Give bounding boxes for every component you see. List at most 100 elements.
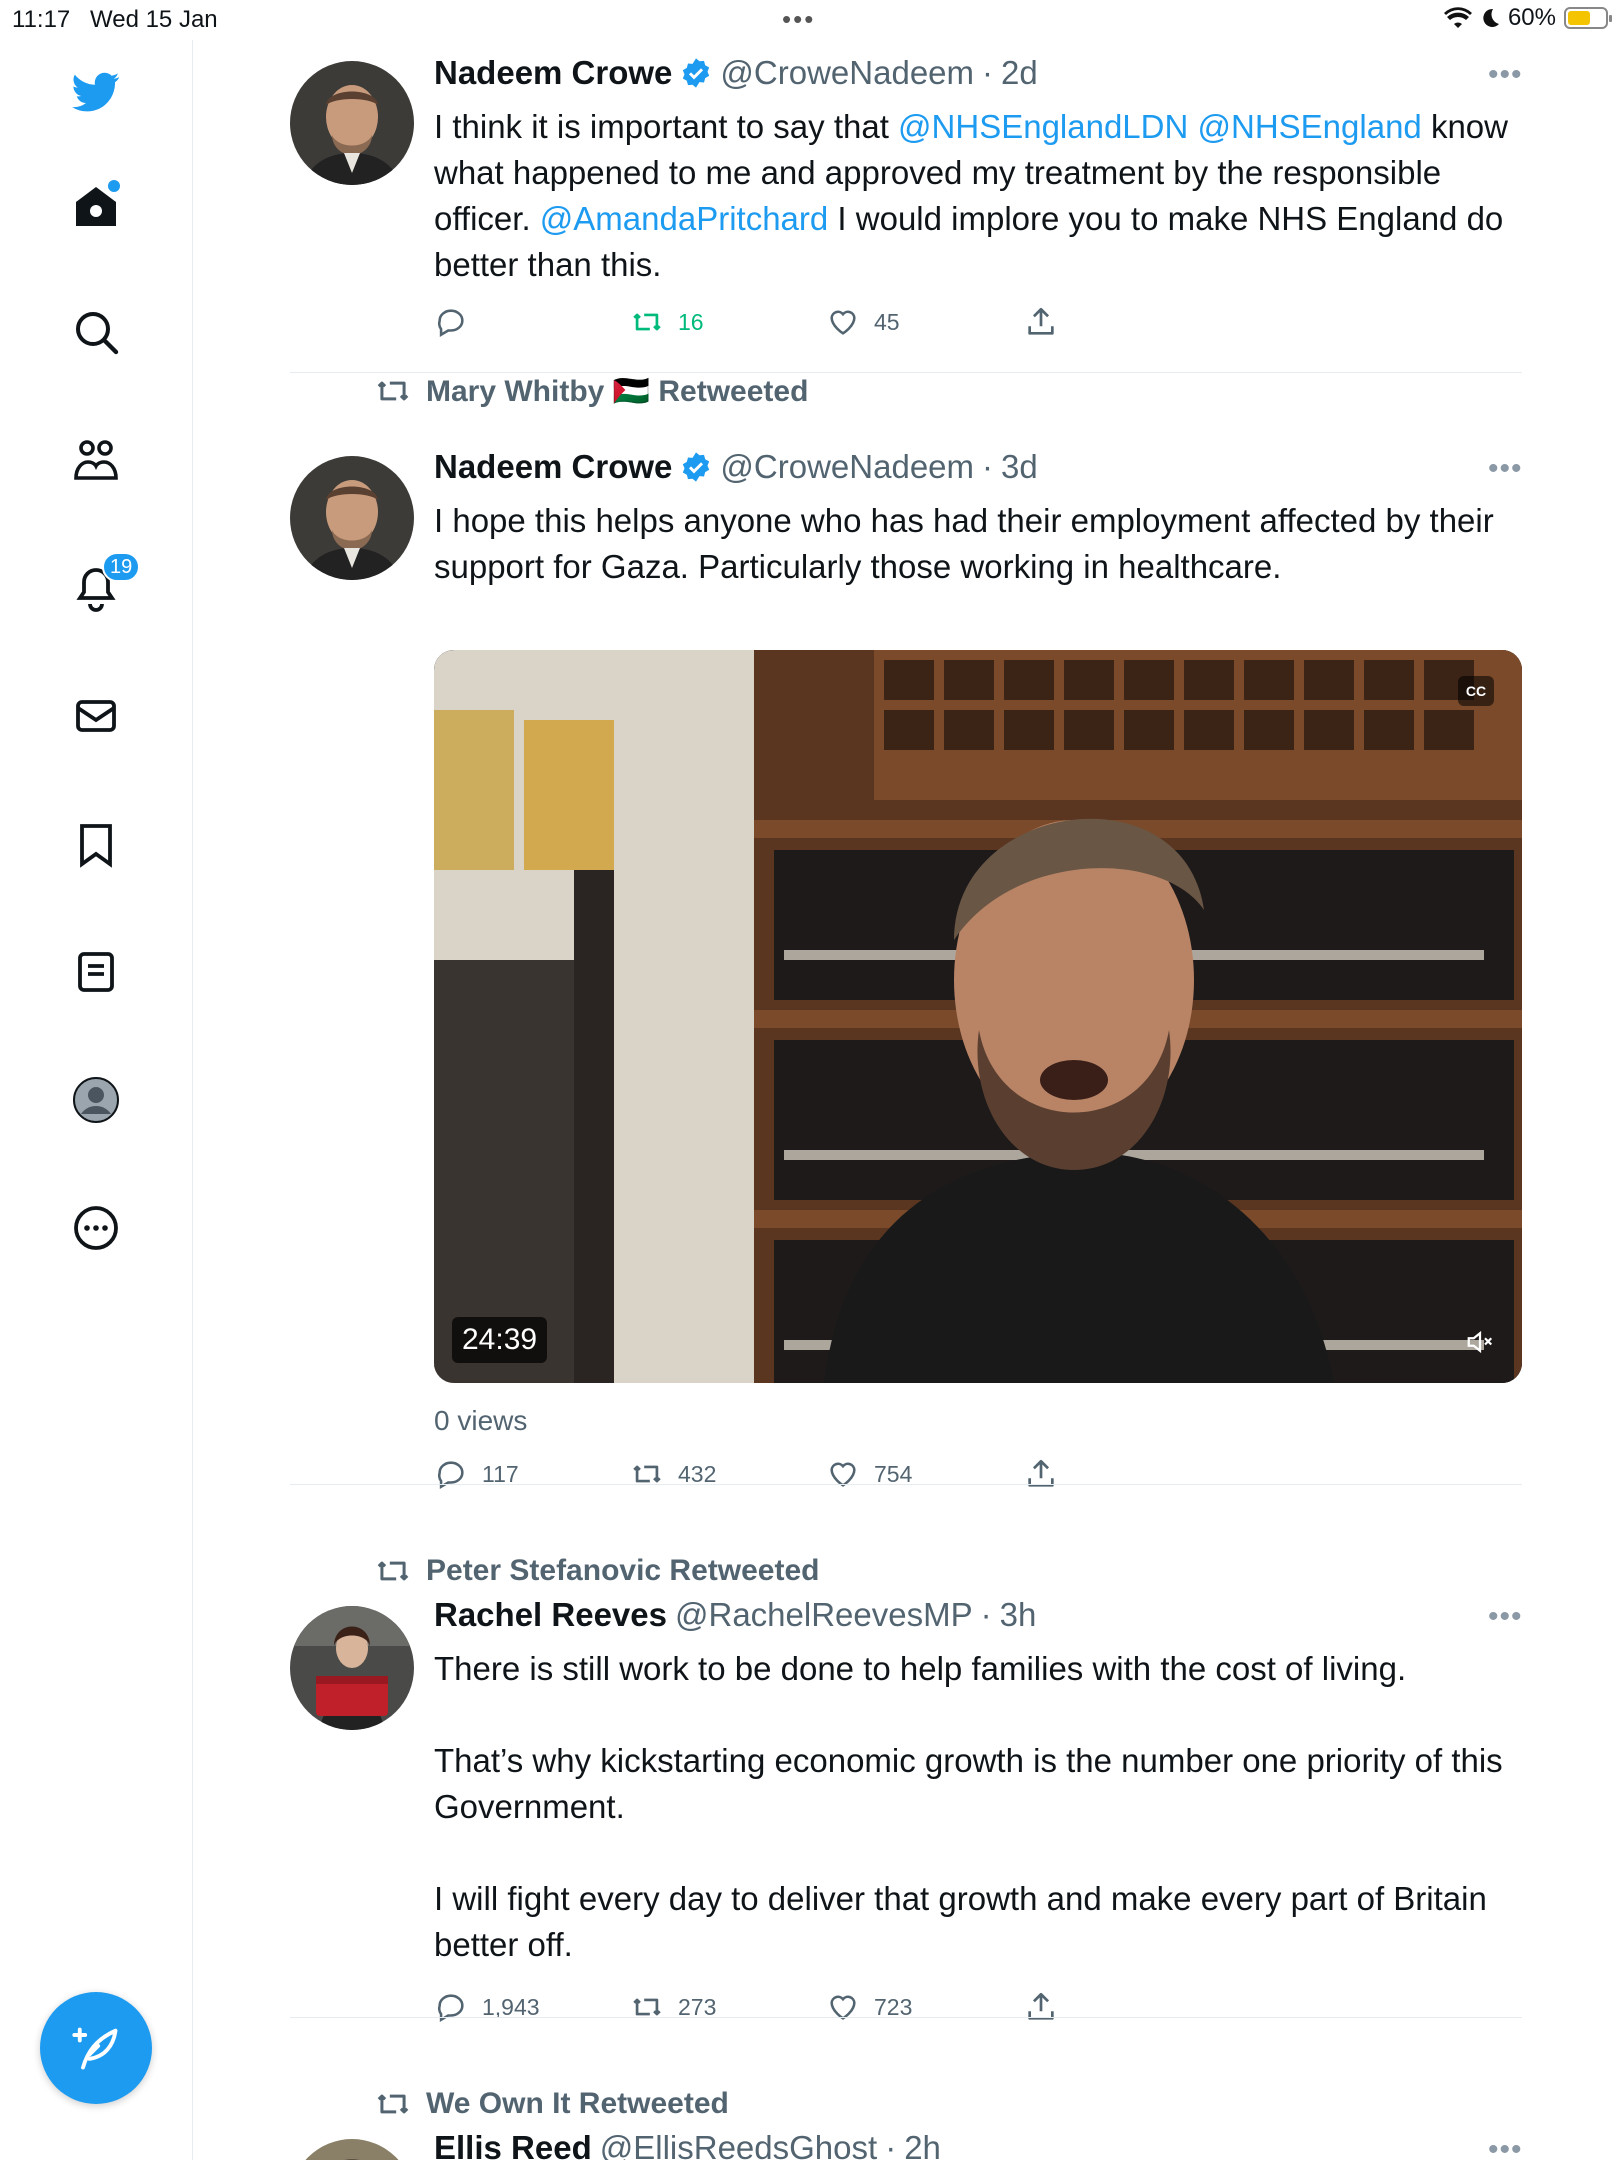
- battery-fill: [1568, 11, 1590, 25]
- like-button[interactable]: 723: [826, 1990, 912, 2024]
- tweet-time[interactable]: 3h: [1000, 1596, 1037, 1634]
- retweet-icon: [377, 1561, 409, 1581]
- share-button[interactable]: [1024, 1457, 1058, 1491]
- profile-icon: [73, 1077, 119, 1123]
- reply-icon: [438, 1994, 464, 2023]
- verified-badge-icon: [683, 452, 710, 482]
- like-button[interactable]: 754: [826, 1457, 912, 1491]
- communities-icon: [74, 440, 118, 480]
- retweet-icon: [633, 313, 661, 331]
- separator: ·: [980, 1596, 992, 1633]
- tweet-actions: 117 432 754: [434, 1457, 1094, 1497]
- tweet-time[interactable]: 3d: [1001, 448, 1038, 486]
- tweet-text: I hope this helps anyone who has had the…: [434, 502, 1494, 585]
- tweet-time[interactable]: 2d: [1001, 54, 1038, 92]
- retweeted-by-label[interactable]: Mary Whitby 🇵🇸 Retweeted: [426, 374, 808, 409]
- text-segment: I think it is important to say that: [434, 108, 899, 145]
- status-date: Wed 15 Jan: [90, 6, 218, 33]
- tweet-actions: 16 45: [434, 305, 1094, 345]
- reply-button[interactable]: 1,943: [434, 1990, 540, 2024]
- nav-search[interactable]: [66, 302, 126, 362]
- more-options-button[interactable]: •••: [1488, 58, 1523, 92]
- tweet-header: Nadeem Crowe @CroweNadeem · 3d: [434, 448, 1038, 486]
- avatar[interactable]: [290, 456, 414, 580]
- avatar[interactable]: [290, 2139, 414, 2160]
- verified-badge-icon: [683, 58, 710, 88]
- retweet-icon: [377, 381, 409, 401]
- retweeted-by: Mary Whitby 🇵🇸 Retweeted: [374, 372, 808, 410]
- tweet-time[interactable]: 2h: [904, 2129, 941, 2160]
- user-handle[interactable]: @CroweNadeem: [720, 448, 974, 486]
- retweet-button[interactable]: 16: [630, 305, 704, 339]
- more-options-button[interactable]: •••: [1488, 2133, 1523, 2160]
- mention-link[interactable]: @NHSEnglandLDN: [898, 108, 1188, 145]
- avatar[interactable]: [290, 61, 414, 185]
- heart-icon: [830, 1462, 856, 1487]
- display-name[interactable]: Nadeem Crowe: [434, 54, 672, 92]
- tweet-header: Rachel Reeves @RachelReevesMP · 3h: [434, 1596, 1036, 1634]
- video-frame: [434, 650, 1522, 1383]
- retweeted-by: Peter Stefanovic Retweeted: [374, 1552, 819, 1590]
- share-icon: [1028, 1459, 1054, 1487]
- nav-communities[interactable]: [66, 430, 126, 490]
- retweet-button[interactable]: 273: [630, 1990, 716, 2024]
- share-button[interactable]: [1024, 1990, 1058, 2024]
- display-name[interactable]: Rachel Reeves: [434, 1596, 667, 1634]
- retweeted-by-label[interactable]: Peter Stefanovic Retweeted: [426, 1554, 819, 1588]
- nav-profile[interactable]: [66, 1070, 126, 1130]
- nav-home[interactable]: [66, 176, 126, 236]
- nav-more[interactable]: [66, 1198, 126, 1258]
- nav-notifications[interactable]: 19: [66, 552, 141, 618]
- wifi-icon: [1443, 7, 1472, 29]
- home-unread-dot: [108, 180, 120, 192]
- moon-icon: [1483, 8, 1499, 27]
- video-duration: 24:39: [452, 1317, 548, 1363]
- separator: ·: [982, 54, 994, 91]
- messages-icon: [76, 700, 116, 732]
- more-options-button[interactable]: •••: [1488, 452, 1523, 486]
- multitask-dots[interactable]: •••: [782, 4, 815, 35]
- search-icon: [76, 312, 119, 355]
- mention-link[interactable]: @NHSEngland: [1198, 108, 1422, 145]
- tweet-divider: [290, 372, 1522, 373]
- more-icon: [74, 1206, 118, 1250]
- retweeted-by: We Own It Retweeted: [374, 2085, 729, 2123]
- user-handle[interactable]: @RachelReevesMP: [675, 1596, 973, 1634]
- sidebar: 19: [0, 40, 193, 2160]
- retweeted-by-label[interactable]: We Own It Retweeted: [426, 2087, 729, 2121]
- tweet-header: Ellis Reed @EllisReedsGhost · 2h: [434, 2129, 941, 2160]
- nav-bookmarks[interactable]: [66, 814, 126, 874]
- tweet-divider: [290, 2017, 1522, 2018]
- status-bar: 11:17 Wed 15 Jan ••• 60%: [0, 0, 1620, 40]
- mention-link[interactable]: @AmandaPritchard: [540, 200, 828, 237]
- bookmarks-icon: [80, 824, 112, 868]
- heart-icon: [830, 310, 856, 335]
- share-button[interactable]: [1024, 305, 1058, 339]
- reply-button[interactable]: 117: [434, 1457, 519, 1491]
- reply-icon: [438, 309, 464, 338]
- twitter-bird-icon[interactable]: [66, 62, 126, 122]
- reply-button[interactable]: [434, 305, 482, 339]
- like-button[interactable]: 45: [826, 305, 900, 339]
- captions-button[interactable]: CC: [1458, 676, 1494, 706]
- share-icon: [1028, 1992, 1054, 2020]
- mute-icon[interactable]: [1462, 1327, 1498, 1357]
- like-count: 45: [874, 308, 900, 335]
- notifications-badge: 19: [102, 552, 141, 582]
- nav-messages[interactable]: [66, 686, 126, 746]
- retweet-icon: [377, 2094, 409, 2114]
- display-name[interactable]: Nadeem Crowe: [434, 448, 672, 486]
- user-handle[interactable]: @CroweNadeem: [720, 54, 974, 92]
- display-name[interactable]: Ellis Reed: [434, 2129, 592, 2160]
- avatar[interactable]: [290, 1606, 414, 1730]
- compose-tweet-button[interactable]: [40, 1992, 152, 2104]
- heart-icon: [830, 1995, 856, 2020]
- reply-icon: [438, 1461, 464, 1490]
- retweet-button[interactable]: 432: [630, 1457, 716, 1491]
- text-segment: [1188, 108, 1197, 145]
- user-handle[interactable]: @EllisReedsGhost: [600, 2129, 877, 2160]
- nav-lists[interactable]: [66, 942, 126, 1002]
- video-player[interactable]: CC 24:39: [434, 650, 1522, 1383]
- battery-percent: 60%: [1507, 4, 1556, 31]
- more-options-button[interactable]: •••: [1488, 1600, 1523, 1634]
